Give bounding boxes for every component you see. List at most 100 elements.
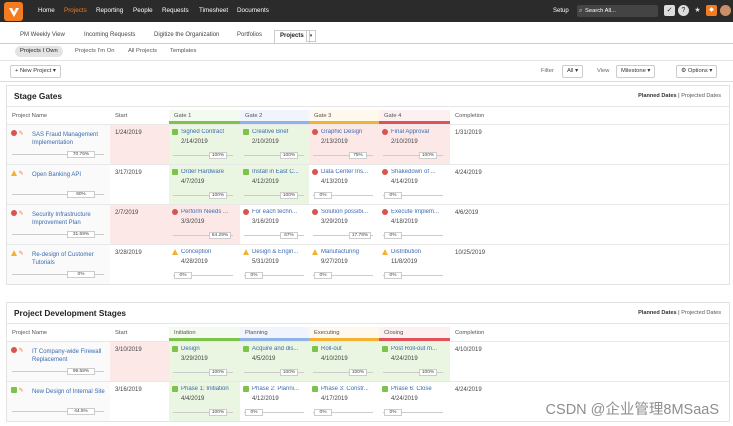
milestone-cell[interactable]: Roll-out 4/10/2019 100% bbox=[309, 342, 379, 381]
tab-portfolios[interactable]: Portfolios bbox=[237, 32, 262, 38]
project-name-link[interactable]: SAS Fraud Management Implementation bbox=[32, 131, 105, 147]
milestone-name[interactable]: Phase 6: Close bbox=[391, 386, 449, 392]
search-icon: ⌕ bbox=[579, 8, 583, 14]
planned-dates-toggle[interactable]: Planned Dates bbox=[638, 93, 677, 99]
milestone-cell[interactable]: Install in East C... 4/12/2019 100% bbox=[240, 165, 309, 204]
milestone-name[interactable]: Design & Engin... bbox=[252, 249, 309, 255]
milestone-cell[interactable]: Perform Needs ... 3/3/2019 64.29% bbox=[169, 205, 240, 244]
milestone-name[interactable]: Post Roll-out m... bbox=[391, 346, 449, 352]
milestone-name[interactable]: Execute Implem... bbox=[391, 209, 449, 215]
filter-select[interactable]: All ▾ bbox=[562, 65, 583, 78]
nav-timesheet[interactable]: Timesheet bbox=[199, 0, 228, 22]
milestone-date: 2/13/2019 bbox=[321, 139, 348, 145]
options-button[interactable]: ⚙ Options ▾ bbox=[676, 65, 718, 78]
avatar[interactable] bbox=[720, 5, 731, 16]
project-name-link[interactable]: Open Banking API bbox=[32, 171, 105, 179]
milestone-name[interactable]: Perform Needs ... bbox=[181, 209, 239, 215]
milestone-cell[interactable]: Conception 4/28/2019 0% bbox=[169, 245, 240, 284]
project-name-link[interactable]: Re-design of Customer Tutorials bbox=[32, 251, 105, 267]
tab-projects[interactable]: Projects bbox=[274, 30, 310, 43]
nav-people[interactable]: People bbox=[133, 0, 153, 22]
new-project-button[interactable]: + New Project ▾ bbox=[10, 65, 61, 78]
milestone-cell[interactable]: Creative Brief 2/10/2019 100% bbox=[240, 125, 309, 164]
milestone-date: 4/10/2019 bbox=[321, 356, 348, 362]
chevron-down-icon[interactable]: ▾ bbox=[306, 30, 316, 42]
milestone-cell[interactable]: Graphic Design 2/13/2019 75% bbox=[309, 125, 379, 164]
milestone-name[interactable]: For each techn... bbox=[252, 209, 309, 215]
milestone-cell[interactable]: Final Approval 2/10/2019 100% bbox=[379, 125, 450, 164]
status-red-icon bbox=[11, 130, 17, 137]
milestone-date: 4/4/2019 bbox=[181, 396, 205, 402]
global-search-input[interactable]: ⌕ Search All... bbox=[577, 5, 658, 17]
milestone-name[interactable]: Phase 3: Constr... bbox=[321, 386, 379, 392]
milestone-name[interactable]: Creative Brief bbox=[252, 129, 309, 135]
nav-setup[interactable]: Setup bbox=[553, 0, 569, 22]
notifications-icon[interactable]: ◆ bbox=[706, 5, 717, 16]
milestone-cell[interactable]: Design 3/29/2019 100% bbox=[169, 342, 240, 381]
subtab-projects-i-own[interactable]: Projects I Own bbox=[15, 46, 63, 57]
nav-reporting[interactable]: Reporting bbox=[96, 0, 123, 22]
milestone-name[interactable]: Conception bbox=[181, 249, 239, 255]
milestone-cell[interactable]: Phase 1: Initiation 4/4/2019 100% bbox=[169, 382, 240, 421]
milestone-name[interactable]: Order Hardware bbox=[181, 169, 239, 175]
projected-dates-toggle[interactable]: Projected Dates bbox=[681, 93, 721, 99]
status-green-icon bbox=[11, 387, 17, 394]
nav-documents[interactable]: Documents bbox=[237, 0, 269, 22]
project-name-link[interactable]: IT Company-wide Firewall Replacement bbox=[32, 348, 105, 364]
milestone-warning-icon bbox=[243, 249, 249, 255]
project-name-link[interactable]: New Design of Internal Site bbox=[32, 388, 105, 396]
subtab-projects-im-on[interactable]: Projects I'm On bbox=[75, 46, 114, 57]
help-icon[interactable]: ? bbox=[678, 5, 689, 16]
milestone-name[interactable]: Shakedown of ... bbox=[391, 169, 449, 175]
projected-dates-toggle[interactable]: Projected Dates bbox=[681, 310, 721, 316]
milestone-cell[interactable]: Solution possibi... 3/29/2019 17.78% bbox=[309, 205, 379, 244]
milestone-cell[interactable]: Post Roll-out m... 4/24/2019 100% bbox=[379, 342, 450, 381]
milestone-cell[interactable]: Phase 2: Planni... 4/12/2019 0% bbox=[240, 382, 309, 421]
subtab-templates[interactable]: Templates bbox=[170, 46, 196, 57]
milestone-name[interactable]: Phase 2: Planni... bbox=[252, 386, 309, 392]
milestone-cell[interactable]: Design & Engin... 5/31/2019 0% bbox=[240, 245, 309, 284]
milestone-cell[interactable]: Data Center Ins... 4/13/2019 0% bbox=[309, 165, 379, 204]
milestone-name[interactable]: Roll-out bbox=[321, 346, 379, 352]
milestone-name[interactable]: Signed Contract bbox=[181, 129, 239, 135]
tab-incoming-requests[interactable]: Incoming Requests bbox=[84, 32, 135, 38]
nav-requests[interactable]: Requests bbox=[162, 0, 189, 22]
milestone-name[interactable]: Solution possibi... bbox=[321, 209, 379, 215]
star-icon[interactable]: ★ bbox=[692, 5, 703, 16]
nav-projects[interactable]: Projects bbox=[64, 0, 87, 22]
milestone-cell[interactable]: Signed Contract 2/14/2019 100% bbox=[169, 125, 240, 164]
milestone-cell[interactable]: Shakedown of ... 4/14/2019 0% bbox=[379, 165, 450, 204]
milestone-cell[interactable]: Manufacturing 9/27/2019 0% bbox=[309, 245, 379, 284]
tab-pm-weekly-view[interactable]: PM Weekly View bbox=[20, 32, 65, 38]
milestone-name[interactable]: Design bbox=[181, 346, 239, 352]
milestone-cell[interactable]: Acquire and dis... 4/5/2019 100% bbox=[240, 342, 309, 381]
milestone-name[interactable]: Final Approval bbox=[391, 129, 449, 135]
milestone-late-icon bbox=[243, 209, 249, 215]
milestone-name[interactable]: Manufacturing bbox=[321, 249, 379, 255]
milestone-cell[interactable]: For each techn... 3/16/2019 67% bbox=[240, 205, 309, 244]
milestone-complete-icon bbox=[243, 346, 249, 352]
milestone-cell[interactable]: Order Hardware 4/7/2019 100% bbox=[169, 165, 240, 204]
milestone-cell[interactable]: Execute Implem... 4/18/2019 0% bbox=[379, 205, 450, 244]
milestone-cell[interactable]: Distribution 11/8/2019 0% bbox=[379, 245, 450, 284]
milestone-name[interactable]: Data Center Ins... bbox=[321, 169, 379, 175]
view-select[interactable]: Milestone ▾ bbox=[616, 65, 656, 78]
milestone-name[interactable]: Install in East C... bbox=[252, 169, 309, 175]
milestone-name[interactable]: Phase 1: Initiation bbox=[181, 386, 239, 392]
nav-home[interactable]: Home bbox=[38, 0, 55, 22]
milestone-cell[interactable]: Phase 3: Constr... 4/17/2019 0% bbox=[309, 382, 379, 421]
project-name-link[interactable]: Security Infrastructure Improvement Plan bbox=[32, 211, 105, 227]
tab-digitize-organization[interactable]: Digitize the Organization bbox=[154, 32, 219, 38]
milestone-cell[interactable]: Phase 6: Close 4/24/2019 0% bbox=[379, 382, 450, 421]
checkbox-icon[interactable]: ✓ bbox=[664, 5, 675, 16]
project-view-tabs: PM Weekly View Incoming Requests Digitiz… bbox=[0, 30, 733, 43]
milestone-icon-wrap bbox=[243, 249, 249, 256]
milestone-name[interactable]: Distribution bbox=[391, 249, 449, 255]
milestone-late-icon bbox=[312, 129, 318, 135]
milestone-name[interactable]: Graphic Design bbox=[321, 129, 379, 135]
project-progress: 0% bbox=[67, 271, 95, 278]
milestone-name[interactable]: Acquire and dis... bbox=[252, 346, 309, 352]
subtab-all-projects[interactable]: All Projects bbox=[128, 46, 157, 57]
workfront-logo-icon[interactable] bbox=[4, 2, 23, 21]
planned-dates-toggle[interactable]: Planned Dates bbox=[638, 310, 677, 316]
